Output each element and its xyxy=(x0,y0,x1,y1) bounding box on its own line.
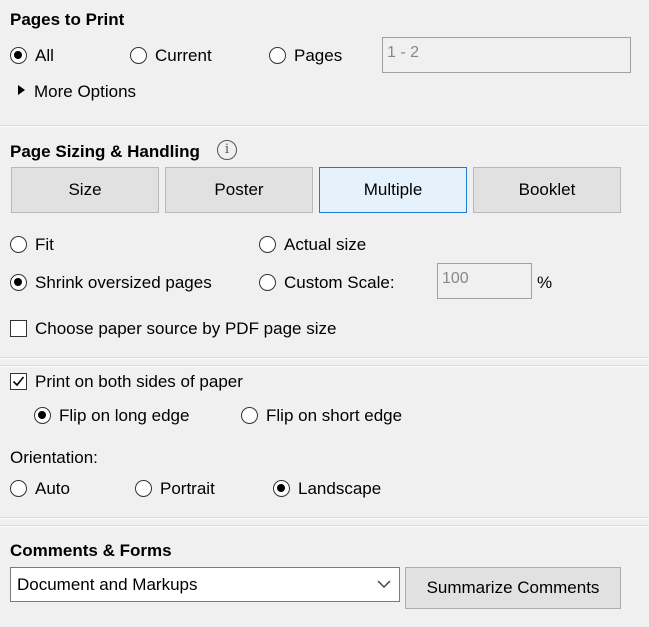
divider xyxy=(0,125,649,127)
radio-auto[interactable] xyxy=(10,480,27,497)
radio-custom-scale[interactable] xyxy=(259,274,276,291)
summarize-comments-button[interactable]: Summarize Comments xyxy=(405,567,621,609)
pages-range-input[interactable]: 1 - 2 xyxy=(382,37,631,73)
radio-fit[interactable] xyxy=(10,236,27,253)
radio-flip-long-edge[interactable] xyxy=(34,407,51,424)
radio-flip-short-edge-label[interactable]: Flip on short edge xyxy=(266,406,402,426)
radio-current-label[interactable]: Current xyxy=(155,46,212,66)
paper-source-checkbox[interactable] xyxy=(10,320,27,337)
chevron-down-icon xyxy=(377,580,391,589)
custom-scale-input[interactable]: 100 xyxy=(437,263,532,299)
radio-portrait-label[interactable]: Portrait xyxy=(160,479,215,499)
radio-flip-short-edge[interactable] xyxy=(241,407,258,424)
radio-custom-scale-label[interactable]: Custom Scale: xyxy=(284,273,395,293)
radio-shrink-oversized[interactable] xyxy=(10,274,27,291)
triangle-right-icon[interactable] xyxy=(18,85,25,95)
tab-size[interactable]: Size xyxy=(11,167,159,213)
radio-fit-label[interactable]: Fit xyxy=(35,235,54,255)
radio-auto-label[interactable]: Auto xyxy=(35,479,70,499)
radio-actual-size[interactable] xyxy=(259,236,276,253)
divider xyxy=(0,357,649,359)
radio-landscape[interactable] xyxy=(273,480,290,497)
divider xyxy=(0,517,649,519)
more-options-link[interactable]: More Options xyxy=(34,82,136,102)
info-icon[interactable]: i xyxy=(217,140,237,160)
tab-poster[interactable]: Poster xyxy=(165,167,313,213)
radio-current[interactable] xyxy=(130,47,147,64)
page-sizing-heading: Page Sizing & Handling xyxy=(10,142,200,161)
divider xyxy=(0,525,649,527)
divider xyxy=(0,365,649,367)
orientation-heading: Orientation: xyxy=(10,448,98,467)
radio-all-label[interactable]: All xyxy=(35,46,54,66)
radio-landscape-label[interactable]: Landscape xyxy=(298,479,381,499)
radio-pages-label[interactable]: Pages xyxy=(294,46,342,66)
comments-forms-dropdown-value: Document and Markups xyxy=(17,575,198,594)
percent-label: % xyxy=(537,273,553,292)
pages-to-print-heading: Pages to Print xyxy=(10,10,125,29)
paper-source-label[interactable]: Choose paper source by PDF page size xyxy=(35,319,336,339)
radio-shrink-oversized-label[interactable]: Shrink oversized pages xyxy=(35,273,212,293)
comments-forms-heading: Comments & Forms xyxy=(10,541,172,560)
tab-booklet[interactable]: Booklet xyxy=(473,167,621,213)
checkmark-icon xyxy=(12,376,25,387)
tab-multiple[interactable]: Multiple xyxy=(319,167,467,213)
both-sides-label[interactable]: Print on both sides of paper xyxy=(35,372,243,392)
radio-pages[interactable] xyxy=(269,47,286,64)
radio-portrait[interactable] xyxy=(135,480,152,497)
both-sides-checkbox[interactable] xyxy=(10,373,27,390)
radio-all[interactable] xyxy=(10,47,27,64)
radio-actual-size-label[interactable]: Actual size xyxy=(284,235,366,255)
radio-flip-long-edge-label[interactable]: Flip on long edge xyxy=(59,406,189,426)
comments-forms-dropdown[interactable]: Document and Markups xyxy=(10,567,400,602)
